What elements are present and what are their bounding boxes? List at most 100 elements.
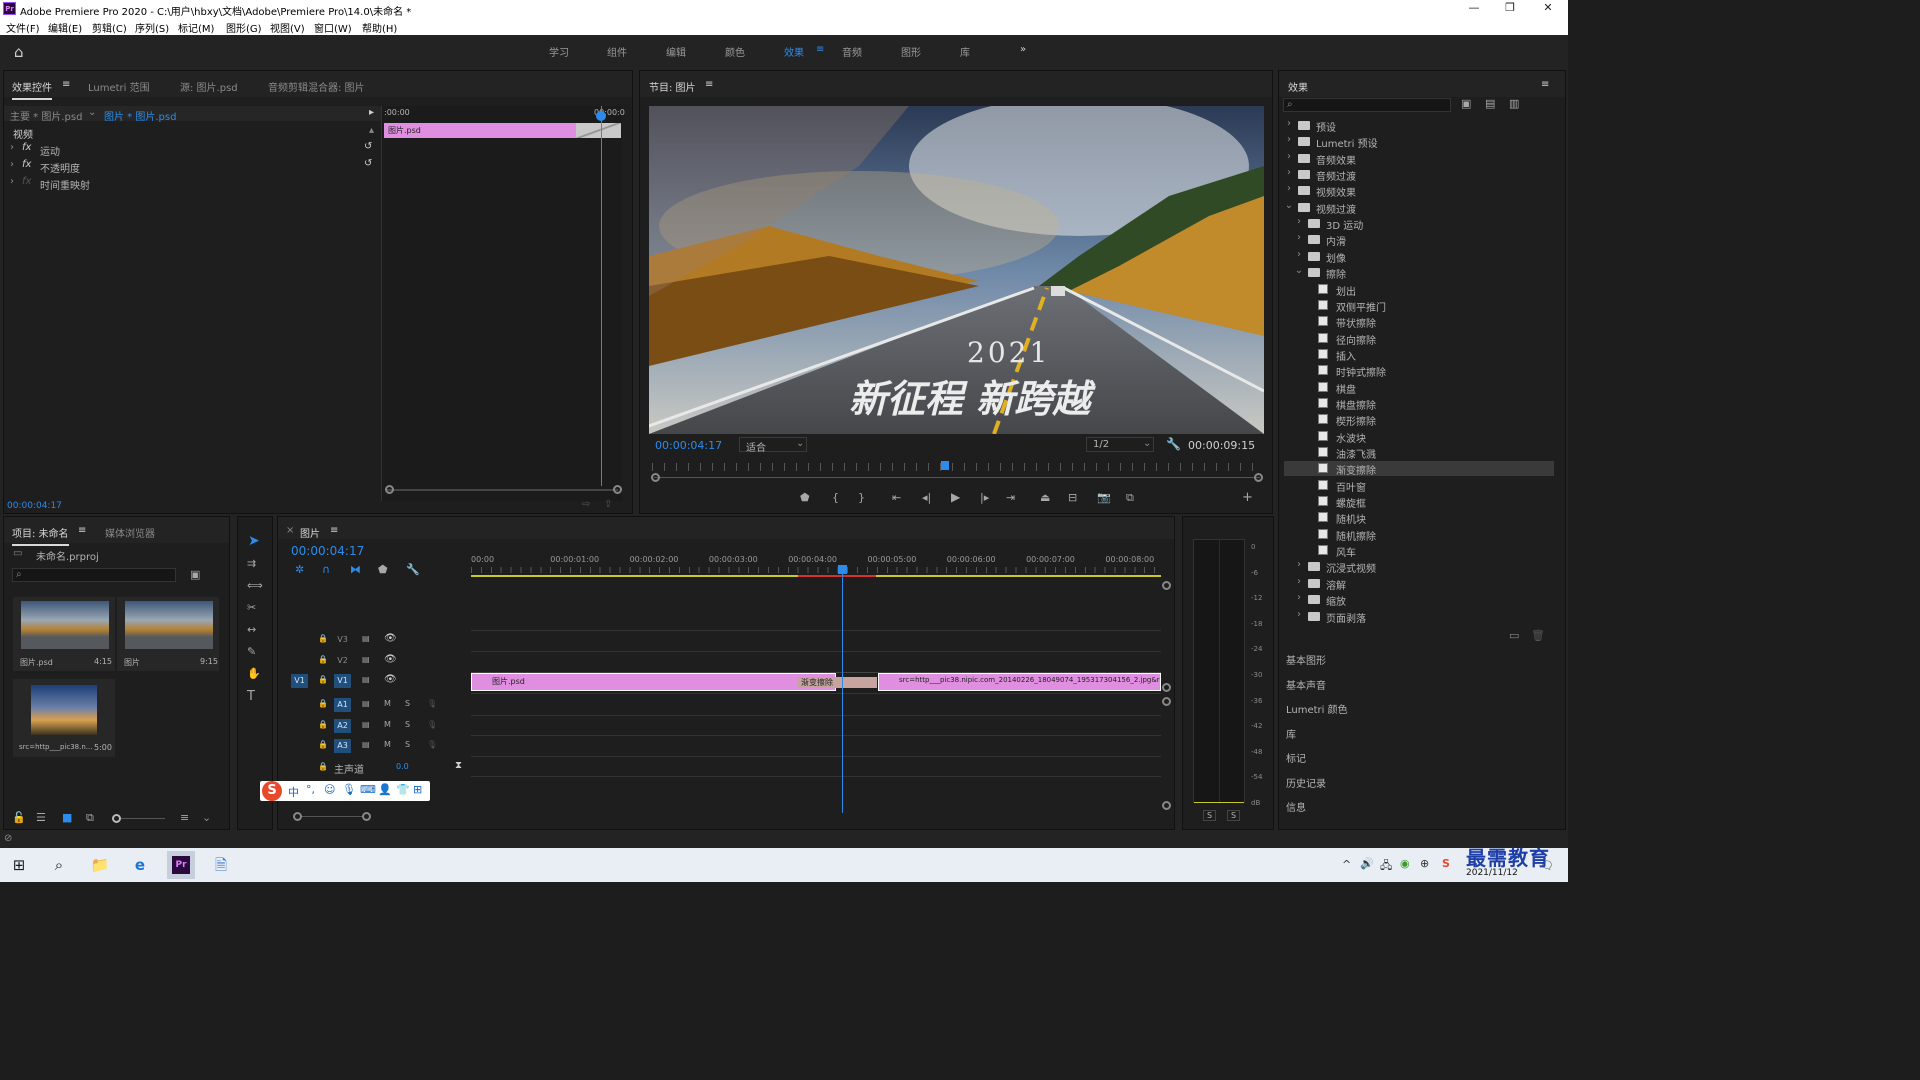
vertical-zoom-bottom[interactable]: [1162, 801, 1171, 810]
h-zoom-right[interactable]: [362, 812, 371, 821]
sogou-tray-icon[interactable]: S: [1442, 857, 1450, 870]
tray-ime-icon[interactable]: ⊕: [1420, 857, 1429, 870]
linked-selection-icon[interactable]: ⧓: [350, 563, 361, 576]
property-time-remapping[interactable]: › fx 时间重映射: [4, 175, 381, 192]
master-volume-value[interactable]: 0.0: [396, 762, 409, 771]
search-icon[interactable]: ⌕: [48, 855, 70, 875]
program-video-frame[interactable]: 2021 新征程 新跨越: [649, 106, 1264, 434]
vertical-zoom-mid2[interactable]: [1162, 697, 1171, 706]
sogou-logo-icon[interactable]: S: [262, 781, 282, 801]
ec-playhead-handle[interactable]: [596, 111, 606, 121]
collapsed-panel-tab[interactable]: 历史记录: [1286, 775, 1326, 790]
chevron-right-icon[interactable]: ›: [1284, 183, 1294, 194]
fx-icon[interactable]: fx: [22, 159, 31, 170]
vertical-zoom-mid[interactable]: [1162, 683, 1171, 692]
selection-tool-icon[interactable]: ➤: [248, 533, 260, 549]
voiceover-icon[interactable]: 🎙: [427, 740, 437, 749]
workspace-libraries[interactable]: 库: [960, 44, 970, 59]
panel-menu-icon[interactable]: ≡: [62, 79, 70, 90]
property-opacity[interactable]: › fx 不透明度 ↺: [4, 158, 381, 175]
workspace-effects[interactable]: 效果: [784, 44, 804, 59]
menu-sequence[interactable]: 序列(S): [135, 20, 169, 35]
collapsed-panel-tab[interactable]: Lumetri 颜色: [1286, 701, 1348, 716]
effect-folder[interactable]: › 内滑: [1284, 232, 1554, 248]
project-search-input[interactable]: ⌕: [12, 568, 176, 582]
effect-folder[interactable]: › 划像: [1284, 249, 1554, 265]
user-icon[interactable]: 👤: [378, 783, 392, 796]
go-to-end-icon[interactable]: ⧗: [455, 760, 462, 771]
effect-folder[interactable]: › 溶解: [1284, 576, 1554, 592]
effect-folder[interactable]: › 视频效果: [1284, 183, 1554, 199]
filter-icon[interactable]: ⇨: [582, 499, 590, 510]
program-playhead[interactable]: [941, 461, 949, 470]
v1-clip-jpg[interactable]: src=http___pic38.nipic.com_20140226_1804…: [878, 673, 1161, 691]
program-zoom-left[interactable]: [651, 473, 660, 482]
solo-button[interactable]: S: [405, 699, 410, 708]
ec-zoom-handle-left[interactable]: [385, 485, 394, 494]
sync-lock-icon[interactable]: ▤: [362, 699, 370, 708]
master-clip-label[interactable]: 主要 * 图片.psd: [10, 108, 82, 123]
program-zoom-bar[interactable]: [654, 477, 1260, 478]
maximize-button[interactable]: ❐: [1490, 1, 1530, 17]
snap-icon[interactable]: ∩: [322, 563, 330, 576]
effect-item[interactable]: 随机擦除: [1284, 527, 1554, 543]
home-icon[interactable]: ⌂: [14, 43, 24, 61]
effects-title[interactable]: 效果: [1288, 79, 1308, 94]
sequence-clip-label[interactable]: 图片 * 图片.psd: [104, 108, 176, 123]
lock-icon[interactable]: 🔒: [318, 720, 328, 729]
pen-tool-icon[interactable]: ✎: [247, 645, 256, 658]
type-tool-icon[interactable]: T: [247, 689, 255, 704]
network-icon[interactable]: 🖧: [1380, 857, 1392, 876]
chevron-right-icon[interactable]: ›: [10, 176, 14, 187]
source-patch-v1[interactable]: V1: [291, 674, 308, 688]
voiceover-icon[interactable]: 🎙: [427, 699, 437, 708]
effect-folder[interactable]: ⌄ 视频过渡: [1284, 200, 1554, 216]
lock-icon[interactable]: 🔒: [318, 655, 328, 664]
effect-item[interactable]: 棋盘: [1284, 380, 1554, 396]
mark-in-icon[interactable]: {: [832, 491, 839, 504]
export-frame-icon[interactable]: 📷: [1097, 491, 1111, 504]
effect-folder[interactable]: › 预设: [1284, 118, 1554, 134]
play-clip-icon[interactable]: ▸: [369, 107, 374, 118]
chevron-down-icon[interactable]: ⌄: [202, 811, 211, 824]
ec-zoom-handle-right[interactable]: [613, 485, 622, 494]
track-target-a2[interactable]: A2: [334, 718, 351, 733]
timeline-current-time[interactable]: 00:00:04:17: [291, 544, 364, 558]
effect-item[interactable]: 楔形擦除: [1284, 412, 1554, 428]
tray-expand-icon[interactable]: ^: [1342, 858, 1351, 871]
emoji-icon[interactable]: ☺: [324, 783, 335, 796]
collapsed-panel-tab[interactable]: 基本图形: [1286, 652, 1326, 667]
go-to-in-icon[interactable]: ⇤: [892, 491, 901, 504]
h-zoom-bar[interactable]: [302, 816, 362, 817]
tab-sequence[interactable]: 图片: [300, 525, 320, 540]
workspace-color[interactable]: 颜色: [725, 44, 745, 59]
lock-icon[interactable]: 🔒: [318, 634, 328, 643]
play-icon[interactable]: ▶: [951, 490, 960, 504]
effect-folder[interactable]: › 页面剥落: [1284, 609, 1554, 625]
workspace-graphics[interactable]: 图形: [901, 44, 921, 59]
file-explorer-icon[interactable]: 📁: [89, 855, 111, 875]
chevron-right-icon[interactable]: ›: [1294, 232, 1304, 243]
comparison-view-icon[interactable]: ⧉: [1126, 491, 1134, 505]
ripple-edit-icon[interactable]: ⟺: [247, 579, 263, 592]
panel-menu-icon[interactable]: ≡: [705, 79, 713, 90]
program-title[interactable]: 节目: 图片: [649, 79, 696, 94]
mute-button[interactable]: M: [384, 699, 391, 708]
transition-gradient-wipe[interactable]: 渐变擦除: [797, 677, 877, 688]
effect-item[interactable]: 渐变擦除: [1284, 461, 1554, 477]
ec-playhead[interactable]: [601, 106, 602, 486]
chevron-right-icon[interactable]: ›: [1284, 151, 1294, 162]
panel-menu-icon[interactable]: ≡: [78, 525, 86, 536]
menu-window[interactable]: 窗口(W): [314, 20, 352, 35]
effect-item[interactable]: 插入: [1284, 347, 1554, 363]
wrench-icon[interactable]: 🔧: [1166, 437, 1181, 451]
timeline-playhead-handle[interactable]: [838, 565, 847, 574]
effect-item[interactable]: 风车: [1284, 543, 1554, 559]
volume-icon[interactable]: 🔊: [1360, 857, 1374, 870]
property-motion[interactable]: › fx 运动 ↺: [4, 141, 381, 158]
workspace-assembly[interactable]: 组件: [607, 44, 627, 59]
lift-icon[interactable]: ⏏: [1040, 491, 1050, 504]
chevron-right-icon[interactable]: ›: [10, 142, 14, 153]
effect-folder[interactable]: › 音频效果: [1284, 151, 1554, 167]
program-current-time[interactable]: 00:00:04:17: [655, 439, 722, 452]
